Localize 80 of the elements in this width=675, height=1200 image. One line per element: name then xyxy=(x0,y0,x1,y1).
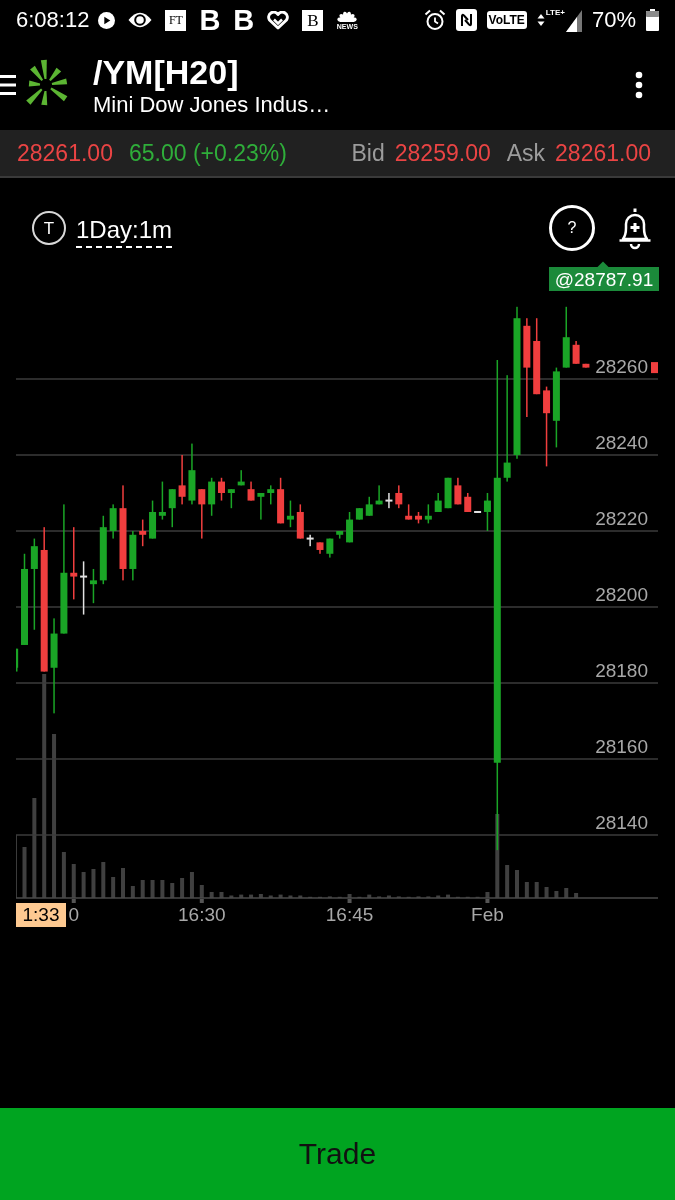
candle xyxy=(247,481,255,501)
candle xyxy=(139,519,147,547)
notification-tile: FT xyxy=(165,9,187,31)
candle xyxy=(208,477,216,516)
price-marker xyxy=(651,362,658,374)
candle xyxy=(395,485,403,509)
candle xyxy=(227,489,235,509)
play-icon xyxy=(98,11,116,29)
battery-percent: 70% xyxy=(591,7,636,33)
candle xyxy=(434,493,442,512)
candle xyxy=(129,531,137,581)
candle xyxy=(385,493,393,509)
time-axis-label: 16:45 xyxy=(325,904,374,925)
ask-price: 28261.00 xyxy=(555,139,651,167)
candle xyxy=(405,504,413,520)
alarm-clock-icon xyxy=(423,9,446,31)
time-axis-label: Feb xyxy=(471,904,504,925)
time-axis-label: 0 xyxy=(68,904,80,925)
candle xyxy=(572,341,580,364)
candle xyxy=(237,470,245,486)
price-axis-label: 28160 xyxy=(595,735,648,757)
candle xyxy=(562,306,570,368)
candle xyxy=(464,493,472,512)
bid-label: Bid xyxy=(351,139,385,167)
price-change: 65.00 (+0.23%) xyxy=(128,139,287,167)
candle xyxy=(109,504,117,539)
candle xyxy=(257,493,265,520)
drawing-tool-button[interactable]: T xyxy=(32,211,66,245)
candle xyxy=(178,455,186,505)
bell-plus-icon[interactable] xyxy=(617,206,653,250)
eye-icon xyxy=(128,11,153,29)
candle xyxy=(198,489,206,539)
candle xyxy=(188,443,196,505)
timeframe-selector[interactable]: 1Day:1m xyxy=(76,216,173,248)
alert-price-label: @28787.91 xyxy=(549,261,659,291)
instrument-symbol: /YM[H20] xyxy=(93,52,240,91)
candle xyxy=(444,477,452,509)
time-axis-label: 16:30 xyxy=(178,904,226,925)
price-axis-label: 28240 xyxy=(595,432,648,453)
data-arrows-icon xyxy=(536,12,545,28)
ask-label: Ask xyxy=(506,139,546,167)
signal-icon xyxy=(565,10,582,32)
price-axis-label: 28260 xyxy=(595,356,648,377)
more-options-icon[interactable] xyxy=(635,71,643,99)
candle xyxy=(306,534,314,547)
candle xyxy=(375,485,383,505)
help-button[interactable]: ? xyxy=(549,205,595,251)
bid-price: 28259.00 xyxy=(394,139,491,167)
volte-indicator: VoLTE xyxy=(486,11,527,29)
notification-tile: B xyxy=(302,9,324,31)
candle xyxy=(168,489,176,528)
battery-icon xyxy=(646,9,659,31)
candle xyxy=(316,542,324,554)
crosshair-time-label: 1:33 xyxy=(16,903,66,927)
nfc-icon xyxy=(455,9,477,31)
heart-icon xyxy=(267,10,290,30)
candle xyxy=(424,504,432,524)
candle xyxy=(326,538,334,558)
price-axis-label: 28140 xyxy=(595,811,648,833)
trade-button[interactable]: Trade xyxy=(0,1108,675,1200)
candle xyxy=(454,477,462,505)
feather-fan-icon xyxy=(336,9,359,22)
candle xyxy=(582,363,590,368)
menu-icon[interactable] xyxy=(0,74,16,96)
candle xyxy=(415,512,422,524)
price-axis-label: 28180 xyxy=(595,659,648,681)
candle xyxy=(267,485,275,505)
notification-letter: B xyxy=(233,8,255,32)
clock-time: 6:08:12 xyxy=(16,7,90,33)
candle xyxy=(16,648,19,672)
price-axis-label: 28220 xyxy=(595,508,648,529)
candle xyxy=(296,504,304,539)
notification-letter: B xyxy=(199,8,221,32)
last-price: 28261.00 xyxy=(17,139,113,167)
candle xyxy=(365,496,373,516)
candle xyxy=(99,515,107,585)
price-axis-label: 28200 xyxy=(595,583,648,605)
network-type-label: LTE+ xyxy=(545,8,565,17)
instrument-name: Mini Dow Jones Indus… xyxy=(93,91,331,118)
candle xyxy=(336,531,344,539)
